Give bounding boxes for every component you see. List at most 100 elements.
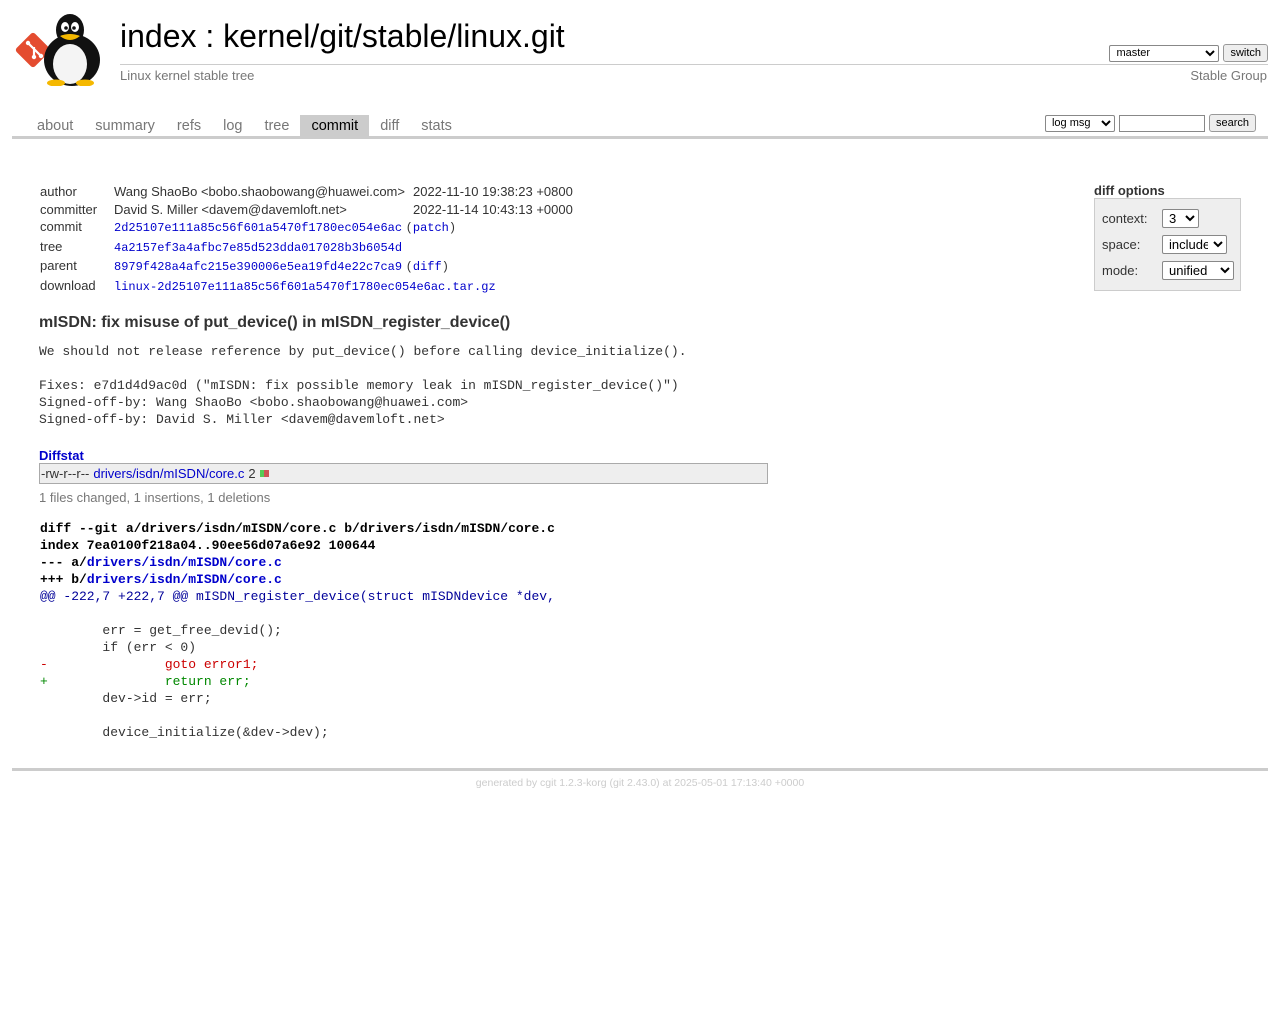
diff-header-line: diff --git a/drivers/isdn/mISDN/core.c b…	[40, 521, 555, 536]
tab-log[interactable]: log	[212, 115, 253, 136]
plus-file-link[interactable]: drivers/isdn/mISDN/core.c	[87, 572, 282, 587]
context-select[interactable]: 3	[1162, 209, 1199, 228]
tab-commit[interactable]: commit	[300, 115, 370, 136]
tree-sha-cell: 4a2157ef3a4afbc7e85d523dda017028b3b6054d	[110, 238, 577, 258]
deletions-bar	[264, 470, 269, 477]
commit-sha-cell: 2d25107e111a85c56f601a5470f1780ec054e6ac…	[110, 218, 577, 238]
index-link[interactable]: index	[120, 18, 197, 54]
download-link[interactable]: linux-2d25107e111a85c56f601a5470f1780ec0…	[114, 280, 496, 294]
diff-index-line: index 7ea0100f218a04..90ee56d07a6e92 100…	[40, 538, 376, 553]
header-divider	[120, 64, 1268, 65]
diff-options-title: diff options	[1094, 183, 1165, 198]
branch-select[interactable]: master	[1109, 44, 1220, 62]
repo-description: Linux kernel stable tree	[120, 68, 255, 83]
nav-tabs: about summary refs log tree commit diff …	[12, 114, 1268, 139]
space-select[interactable]: include	[1162, 235, 1227, 254]
author-value: Wang ShaoBo <bobo.shaobowang@huawei.com>	[114, 184, 405, 199]
repo-owner: Stable Group	[1190, 68, 1267, 83]
download-row: download linux-2d25107e111a85c56f601a547…	[36, 277, 577, 297]
cgit-link[interactable]: cgit 1.2.3-korg	[540, 777, 607, 789]
download-label: download	[40, 277, 96, 293]
diffstat-summary: 1 files changed, 1 insertions, 1 deletio…	[39, 490, 271, 505]
paren-close: )	[441, 260, 449, 274]
space-option-row: space: include	[1102, 235, 1227, 254]
committer-row: committer David S. Miller <davem@davemlo…	[36, 201, 577, 219]
diff-line	[40, 605, 555, 622]
diffstat-file-link[interactable]: drivers/isdn/mISDN/core.c	[93, 466, 244, 481]
download-cell: linux-2d25107e111a85c56f601a5470f1780ec0…	[110, 277, 577, 297]
commit-row: commit 2d25107e111a85c56f601a5470f1780ec…	[36, 218, 577, 238]
diff-line: dev->id = err;	[40, 691, 212, 706]
diff-options-panel: context: 3 space: include mode: unified	[1094, 198, 1241, 291]
diff-line	[40, 707, 555, 724]
diff-line: err = get_free_devid();	[40, 623, 282, 638]
tab-summary[interactable]: summary	[84, 115, 166, 136]
repo-title: index : kernel/git/stable/linux.git	[120, 18, 565, 55]
plus-prefix: +++ b/	[40, 572, 87, 587]
committer-value: David S. Miller <davem@davemloft.net>	[114, 201, 347, 217]
committer-label: committer	[40, 201, 98, 217]
diff-line-added: + return err;	[40, 674, 251, 689]
diff-line-deleted: - goto error1;	[40, 657, 259, 672]
diffstat-table: -rw-r--r-- drivers/isdn/mISDN/core.c 2	[39, 463, 768, 484]
parent-label: parent	[40, 258, 77, 273]
tab-tree[interactable]: tree	[253, 115, 300, 136]
commit-info-table: author Wang ShaoBo <bobo.shaobowang@huaw…	[36, 183, 577, 296]
commit-message: We should not release reference by put_d…	[39, 344, 687, 427]
search-type-select[interactable]: log msg	[1044, 114, 1115, 132]
search-form: log msg search	[1044, 114, 1256, 132]
cgit-logo[interactable]	[14, 10, 110, 87]
mode-label: mode:	[1102, 263, 1139, 278]
footer-divider	[12, 768, 1268, 771]
author-date: 2022-11-10 19:38:23 +0800	[412, 184, 573, 199]
tab-list: about summary refs log tree commit diff …	[26, 115, 463, 136]
search-input[interactable]	[1118, 114, 1205, 132]
author-row: author Wang ShaoBo <bobo.shaobowang@huaw…	[36, 183, 577, 201]
diff-minus-file-line: --- a/drivers/isdn/mISDN/core.c	[40, 554, 555, 571]
commit-subject: mISDN: fix misuse of put_device() in mIS…	[39, 314, 511, 331]
diffstat-count: 2	[248, 466, 256, 481]
diffstat-header-link[interactable]: Diffstat	[39, 448, 84, 463]
tree-label: tree	[40, 238, 63, 254]
repo-path-link[interactable]: kernel/git/stable/linux.git	[223, 18, 565, 54]
minus-prefix: --- a/	[40, 555, 87, 570]
tux-penguin-icon	[44, 14, 100, 87]
title-separator: :	[196, 18, 224, 54]
footer-suffix: at 2025-05-01 17:13:40 +0000	[659, 777, 805, 789]
commit-sha-link[interactable]: 2d25107e111a85c56f601a5470f1780ec054e6ac	[114, 221, 402, 235]
parent-sha-link[interactable]: 8979f428a4afc215e390006e5ea19fd4e22c7ca9	[114, 260, 402, 274]
tree-row: tree 4a2157ef3a4afbc7e85d523dda017028b3b…	[36, 238, 577, 258]
commit-label: commit	[40, 219, 82, 234]
parent-row: parent 8979f428a4afc215e390006e5ea19fd4e…	[36, 257, 577, 277]
diffstat-graph	[259, 470, 269, 477]
tab-stats[interactable]: stats	[410, 115, 463, 136]
tab-refs[interactable]: refs	[166, 115, 212, 136]
file-mode: -rw-r--r--	[41, 466, 90, 481]
tab-diff[interactable]: diff	[369, 115, 410, 136]
paren-open: (	[405, 221, 413, 235]
mode-option-row: mode: unified	[1102, 261, 1234, 280]
paren-open: (	[405, 260, 413, 274]
search-button[interactable]: search	[1208, 114, 1256, 132]
hunk-header: @@ -222,7 +222,7 @@ mISDN_register_devic…	[40, 589, 555, 604]
footer-prefix: generated by	[475, 777, 541, 789]
switch-button[interactable]: switch	[1223, 44, 1268, 62]
tab-about[interactable]: about	[26, 115, 84, 136]
parent-diff-link[interactable]: diff	[413, 260, 442, 274]
tree-sha-link[interactable]: 4a2157ef3a4afbc7e85d523dda017028b3b6054d	[114, 241, 402, 255]
patch-link[interactable]: patch	[413, 221, 449, 235]
space-label: space:	[1102, 237, 1141, 252]
diff-line: if (err < 0)	[40, 640, 197, 655]
paren-close: )	[448, 221, 457, 235]
minus-file-link[interactable]: drivers/isdn/mISDN/core.c	[87, 555, 282, 570]
diff-view: diff --git a/drivers/isdn/mISDN/core.c b…	[40, 520, 555, 741]
footer: generated by cgit 1.2.3-korg (git 2.43.0…	[0, 777, 1280, 789]
context-option-row: context: 3	[1102, 209, 1199, 228]
branch-switch-form: master switch	[1109, 44, 1268, 62]
committer-date: 2022-11-14 10:43:13 +0000	[412, 201, 573, 217]
mode-select[interactable]: unified	[1162, 261, 1234, 280]
context-label: context:	[1102, 211, 1148, 226]
parent-sha-cell: 8979f428a4afc215e390006e5ea19fd4e22c7ca9…	[110, 257, 577, 277]
footer-git-version: (git 2.43.0)	[609, 777, 660, 789]
diff-plus-file-line: +++ b/drivers/isdn/mISDN/core.c	[40, 571, 555, 588]
